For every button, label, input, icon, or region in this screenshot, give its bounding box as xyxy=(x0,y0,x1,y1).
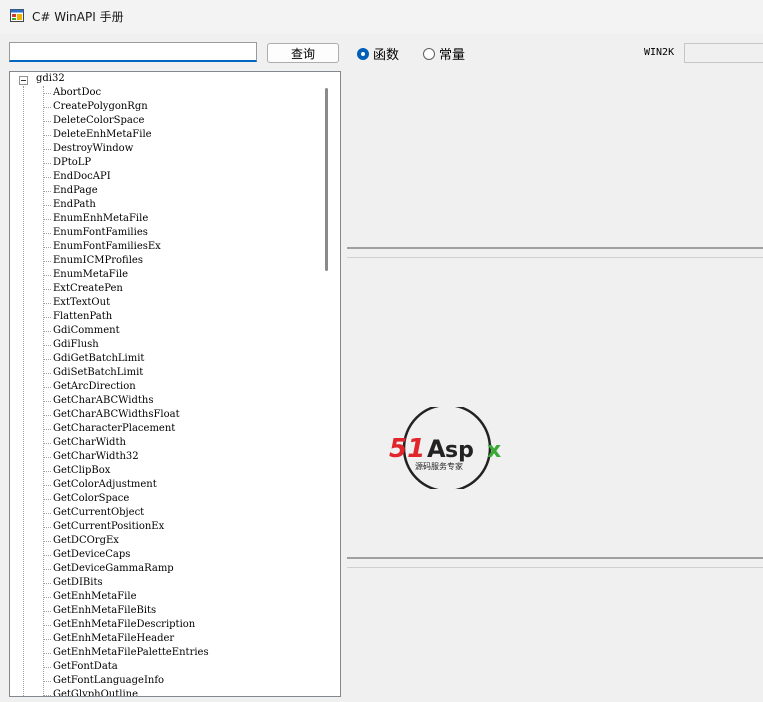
detail-pane-top xyxy=(347,71,763,247)
radio-constants[interactable]: 常量 xyxy=(423,44,465,63)
tree-item[interactable]: ExtCreatePen xyxy=(10,282,209,296)
tree-item[interactable]: GetGlyphOutline xyxy=(10,688,209,696)
tree-item[interactable]: GetArcDirection xyxy=(10,380,209,394)
tree-item[interactable]: GetCharABCWidthsFloat xyxy=(10,408,209,422)
tree-item[interactable]: EndDocAPI xyxy=(10,170,209,184)
tree-item[interactable]: GetClipBox xyxy=(10,464,209,478)
tree-item[interactable]: FlattenPath xyxy=(10,310,209,324)
tree-item[interactable]: EnumFontFamiliesEx xyxy=(10,240,209,254)
logo-aspx-a: A xyxy=(427,435,446,463)
title-bar: C# WinAPI 手册 xyxy=(0,0,763,34)
tree-item[interactable]: GetDIBits xyxy=(10,576,209,590)
tree-item[interactable]: EnumICMProfiles xyxy=(10,254,209,268)
tree-item[interactable]: GetEnhMetaFileDescription xyxy=(10,618,209,632)
radio-constants-label: 常量 xyxy=(439,48,466,63)
tree-item[interactable]: CreatePolygonRgn xyxy=(10,100,209,114)
tree-item[interactable]: GdiGetBatchLimit xyxy=(10,352,209,366)
logo-aspx-x: x xyxy=(487,438,501,463)
detail-pane-bottom xyxy=(347,567,763,699)
win2k-label: WIN2K xyxy=(644,47,675,58)
tree-item[interactable]: GdiSetBatchLimit xyxy=(10,366,209,380)
tree-item[interactable]: GetEnhMetaFilePaletteEntries xyxy=(10,646,209,660)
logo-51: 51 xyxy=(389,434,425,464)
tree-item[interactable]: GetDCOrgEx xyxy=(10,534,209,548)
collapse-icon[interactable] xyxy=(19,76,28,85)
tree-item[interactable]: AbortDoc xyxy=(10,86,209,100)
api-tree-view[interactable]: gdi32 AbortDoc CreatePolygonRgn DeleteColo… xyxy=(9,71,341,697)
window-title: C# WinAPI 手册 xyxy=(32,10,124,24)
tree-items: AbortDoc CreatePolygonRgn DeleteColorSpace… xyxy=(10,86,209,696)
tree-item[interactable]: GetDeviceGammaRamp xyxy=(10,562,209,576)
tree-item[interactable]: GetCharABCWidths xyxy=(10,394,209,408)
tree-item[interactable]: GetColorAdjustment xyxy=(10,478,209,492)
search-input[interactable] xyxy=(9,42,257,62)
logo-aspx-sp: sp xyxy=(445,438,474,463)
tree-item[interactable]: GdiComment xyxy=(10,324,209,338)
tree-root-gdi32[interactable]: gdi32 xyxy=(36,72,65,86)
tree-item[interactable]: EndPath xyxy=(10,198,209,212)
tree-item[interactable]: ExtTextOut xyxy=(10,296,209,310)
tree-item[interactable]: EnumMetaFile xyxy=(10,268,209,282)
tree-item[interactable]: EnumFontFamilies xyxy=(10,226,209,240)
tree-item[interactable]: GetColorSpace xyxy=(10,492,209,506)
radio-constants-indicator[interactable] xyxy=(423,47,435,60)
tree-item[interactable]: GetCharWidth xyxy=(10,436,209,450)
splitter-top[interactable] xyxy=(347,247,763,249)
tree-item[interactable]: GetCharacterPlacement xyxy=(10,422,209,436)
splitter-bottom[interactable] xyxy=(347,557,763,559)
radio-functions-indicator[interactable] xyxy=(357,47,369,60)
tree-item[interactable]: GetEnhMetaFileBits xyxy=(10,604,209,618)
tree-item[interactable]: DeleteEnhMetaFile xyxy=(10,128,209,142)
query-button[interactable]: 查询 xyxy=(267,43,339,63)
tree-item[interactable]: EnumEnhMetaFile xyxy=(10,212,209,226)
tree-item[interactable]: GetDeviceCaps xyxy=(10,548,209,562)
tree-item[interactable]: GetCurrentObject xyxy=(10,506,209,520)
win2k-field[interactable] xyxy=(684,43,763,63)
tree-item[interactable]: GetCurrentPositionEx xyxy=(10,520,209,534)
app-window-icon xyxy=(10,9,24,22)
logo-tagline: 源码服务专家 xyxy=(415,461,463,471)
tree-item[interactable]: EndPage xyxy=(10,184,209,198)
tree-item[interactable]: DeleteColorSpace xyxy=(10,114,209,128)
tree-scrollbar[interactable] xyxy=(325,88,328,271)
radio-functions-label: 函数 xyxy=(373,48,400,63)
tree-item[interactable]: DPtoLP xyxy=(10,156,209,170)
tree-item[interactable]: GdiFlush xyxy=(10,338,209,352)
tree-item[interactable]: GetFontData xyxy=(10,660,209,674)
tree-item[interactable]: GetFontLanguageInfo xyxy=(10,674,209,688)
tree-item[interactable]: GetEnhMetaFile xyxy=(10,590,209,604)
tree-item[interactable]: DestroyWindow xyxy=(10,142,209,156)
watermark-logo: 51 A sp x 源码服务专家 xyxy=(389,402,501,494)
radio-functions[interactable]: 函数 xyxy=(357,44,399,63)
tree-item[interactable]: GetCharWidth32 xyxy=(10,450,209,464)
tree-item[interactable]: GetEnhMetaFileHeader xyxy=(10,632,209,646)
